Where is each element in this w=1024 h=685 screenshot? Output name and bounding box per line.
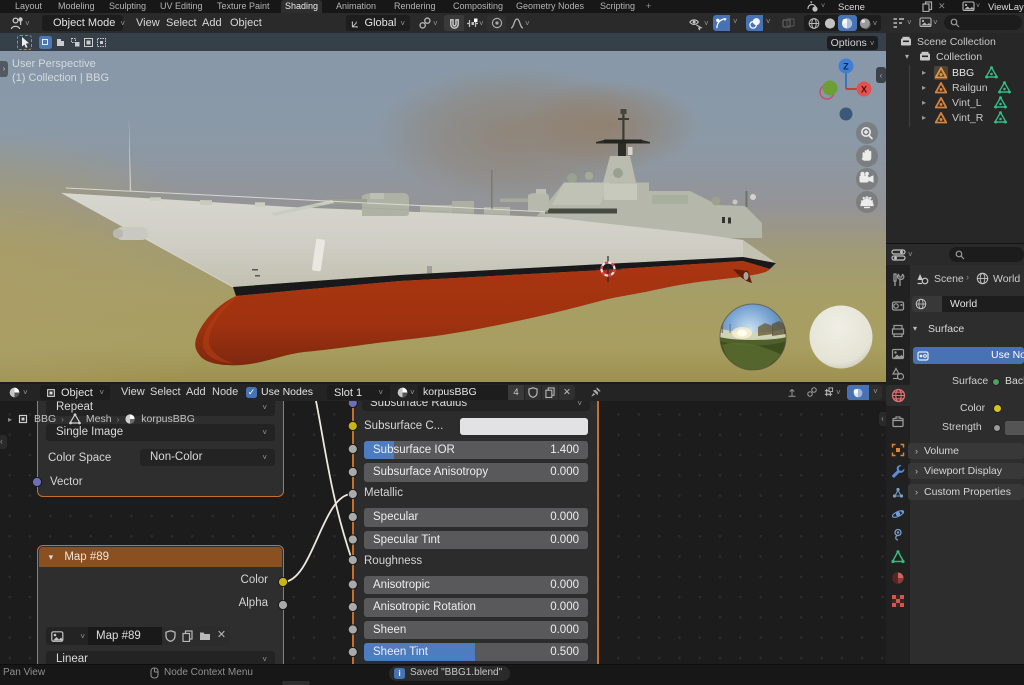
svg-text:Z: Z [843, 62, 849, 72]
svg-text:X: X [861, 85, 867, 95]
svg-text:‹: ‹ [880, 71, 883, 80]
